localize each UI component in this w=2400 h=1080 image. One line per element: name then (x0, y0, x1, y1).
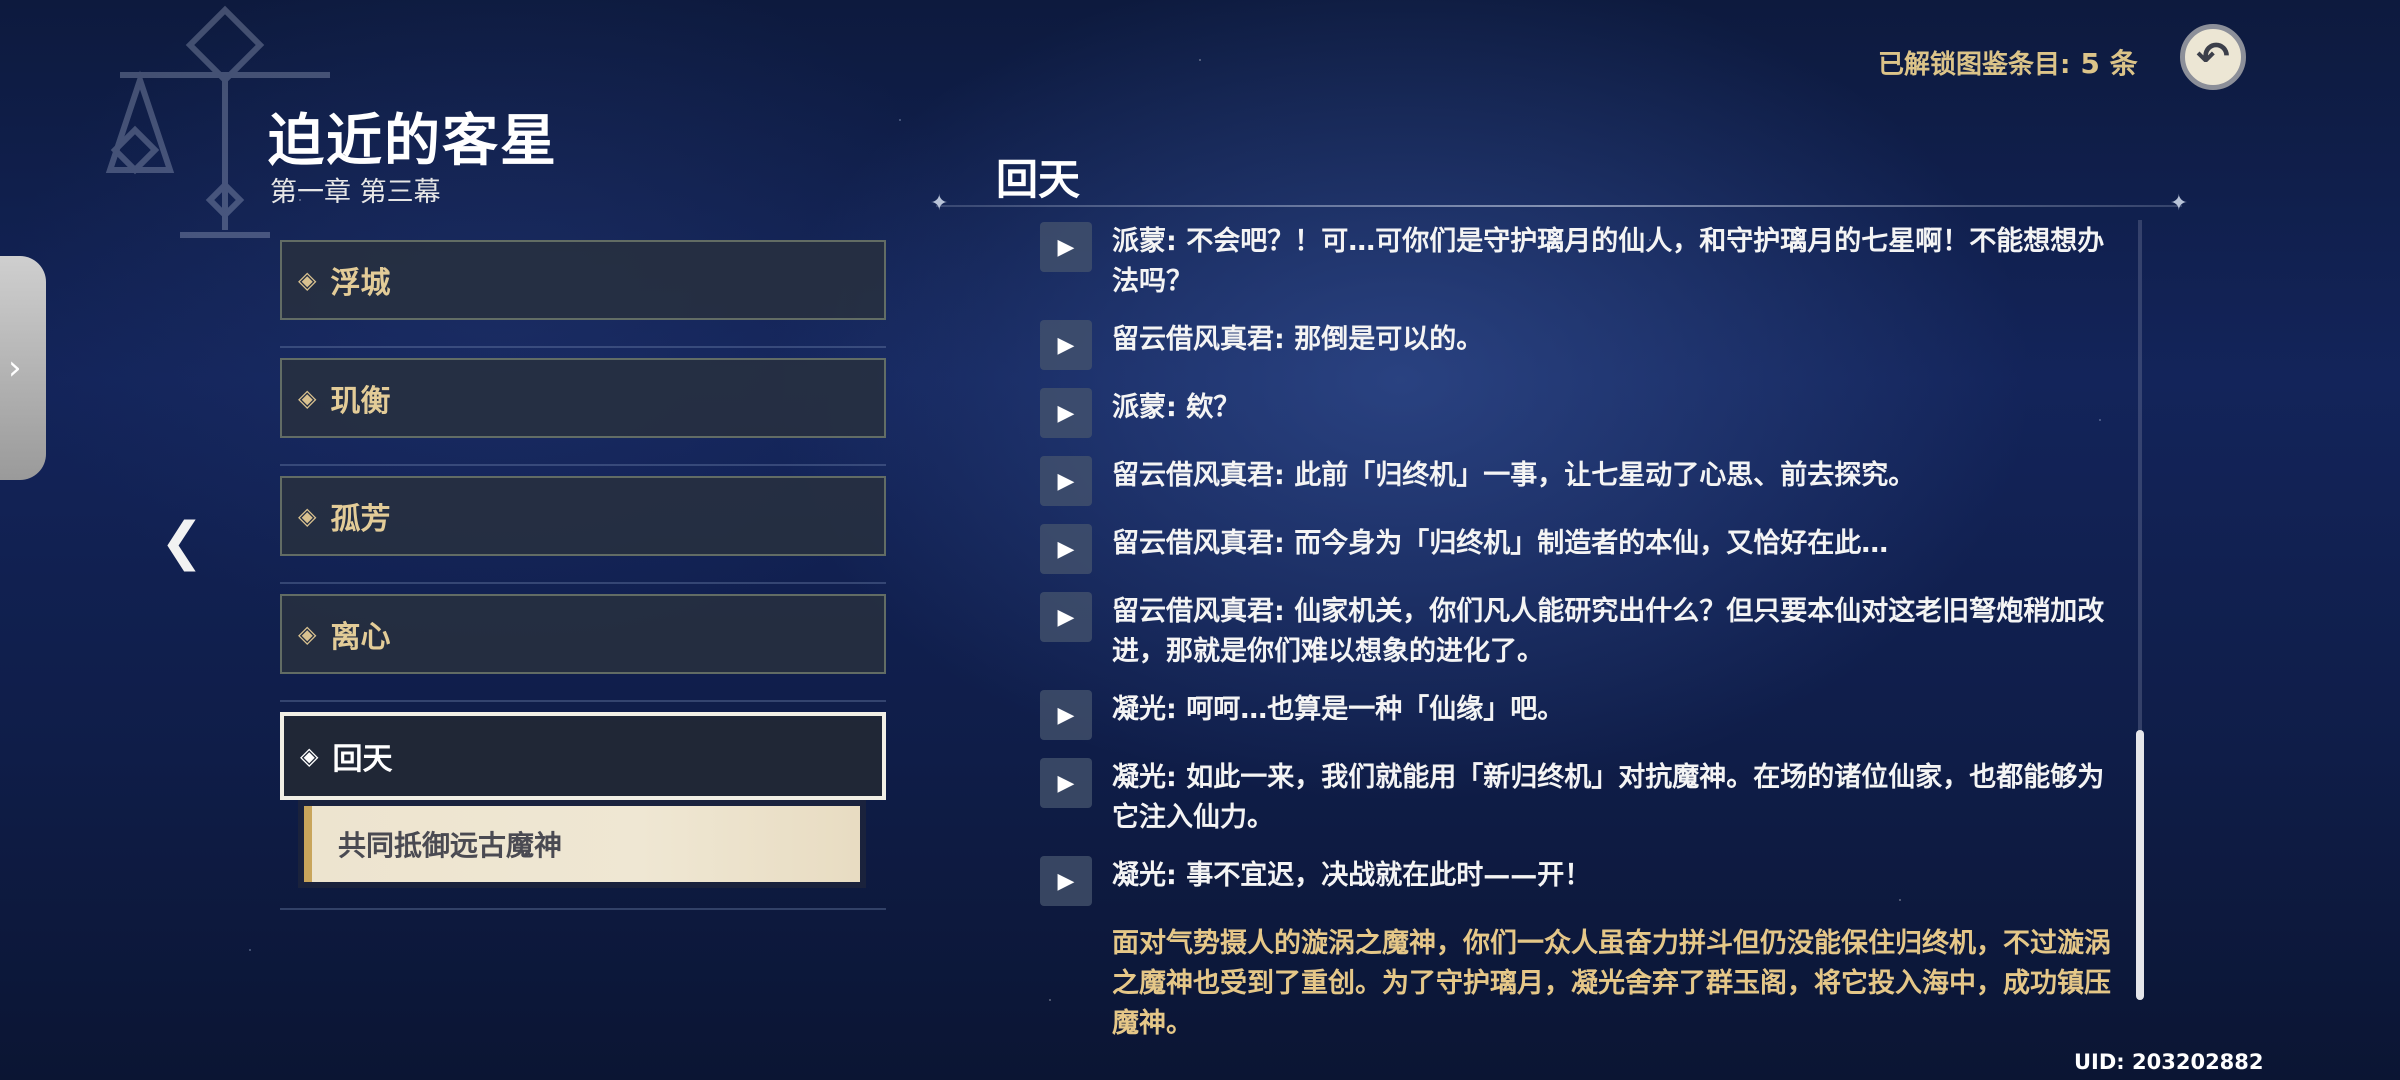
play-voice-button[interactable]: ▶ (1040, 758, 1092, 808)
chevron-right-icon: › (8, 348, 22, 388)
divider (280, 582, 886, 584)
diamond-icon: ◈ (298, 266, 317, 294)
chapter-item-2[interactable]: ◈ 玑衡 (280, 358, 886, 438)
side-drawer-tab[interactable]: › (0, 256, 46, 480)
play-voice-button[interactable]: ▶ (1040, 690, 1092, 740)
chapter-item-3[interactable]: ◈ 孤芳 (280, 476, 886, 556)
dialogue-line: ▶ 凝光: 呵呵…也算是一种「仙缘」吧。 (1040, 690, 2130, 740)
play-voice-button[interactable]: ▶ (1040, 524, 1092, 574)
section-title: 回天 (996, 155, 1081, 204)
play-icon: ▶ (1057, 604, 1075, 630)
dialogue-text: 派蒙: 不会吧？！可…可你们是守护璃月的仙人，和守护璃月的七星啊！不能想想办法吗… (1112, 226, 2105, 297)
dialogue-line: ▶ 留云借风真君: 那倒是可以的。 (1040, 320, 2130, 370)
chapter-label: 回天 (332, 742, 393, 777)
dialogue-text: 凝光: 呵呵…也算是一种「仙缘」吧。 (1112, 694, 1565, 725)
play-icon: ▶ (1057, 536, 1075, 562)
play-icon: ▶ (1057, 234, 1075, 260)
section-divider (930, 191, 2188, 216)
dialogue-line: ▶ 凝光: 事不宜迟，决战就在此时——开！ (1040, 856, 2130, 906)
chapter-label: 孤芳 (330, 502, 391, 537)
play-voice-button[interactable]: ▶ (1040, 592, 1092, 642)
chapter-item-5-selected[interactable]: ◈ 回天 (280, 712, 886, 800)
play-icon: ▶ (1057, 868, 1075, 894)
uid-label: UID: 203202882 (2074, 1050, 2264, 1074)
diamond-icon: ◈ (298, 620, 317, 648)
dialogue-line: ▶ 留云借风真君: 仙家机关，你们凡人能研究出什么？但只要本仙对这老旧弩炮稍加改… (1040, 592, 2130, 672)
chapter-label: 浮城 (330, 266, 391, 301)
divider (280, 464, 886, 466)
dialogue-text: 留云借风真君: 那倒是可以的。 (1112, 324, 1484, 355)
play-icon: ▶ (1057, 332, 1075, 358)
dialogue-text: 留云借风真君: 而今身为「归终机」制造者的本仙，又恰好在此… (1112, 528, 1889, 559)
dialogue-text: 凝光: 如此一来，我们就能用「新归终机」对抗魔神。在场的诸位仙家，也都能够为它注… (1112, 762, 2105, 833)
divider (280, 700, 886, 702)
dialogue-line: ▶ 凝光: 如此一来，我们就能用「新归终机」对抗魔神。在场的诸位仙家，也都能够为… (1040, 758, 2130, 838)
scrollbar-thumb[interactable] (2136, 730, 2144, 1000)
sub-quest-label: 共同抵御远古魔神 (338, 829, 563, 862)
play-voice-button[interactable]: ▶ (1040, 320, 1092, 370)
dialogue-text: 凝光: 事不宜迟，决战就在此时——开！ (1112, 860, 1592, 891)
play-icon: ▶ (1057, 702, 1075, 728)
sub-quest-item[interactable]: 共同抵御远古魔神 (304, 806, 860, 882)
dialogue-text: 留云借风真君: 仙家机关，你们凡人能研究出什么？但只要本仙对这老旧弩炮稍加改进，… (1112, 596, 2105, 667)
quest-title: 迫近的客星 (268, 109, 558, 174)
divider (280, 346, 886, 348)
play-voice-button[interactable]: ▶ (1040, 222, 1092, 272)
return-arrow-icon: ↶ (2196, 34, 2230, 80)
dialogue-list: ▶ 派蒙: 不会吧？！可…可你们是守护璃月的仙人，和守护璃月的七星啊！不能想想办… (1040, 222, 2130, 1044)
dialogue-line: ▶ 留云借风真君: 而今身为「归终机」制造者的本仙，又恰好在此… (1040, 524, 2130, 574)
chapter-list: ◈ 浮城 ◈ 玑衡 ◈ 孤芳 ◈ 离心 ◈ 回天 共同抵御远古魔神 (280, 240, 886, 910)
chapter-label: 离心 (330, 620, 391, 655)
diamond-icon: ◈ (298, 502, 317, 530)
dialogue-line: ▶ 派蒙: 欸？ (1040, 388, 2130, 438)
chapter-item-1[interactable]: ◈ 浮城 (280, 240, 886, 320)
chapter-label: 玑衡 (330, 384, 391, 419)
narration-text: 面对气势摄人的漩涡之魔神，你们一众人虽奋力拼斗但仍没能保住归终机，不过漩涡之魔神… (1112, 928, 2111, 1039)
unlock-count: 5 条 (2080, 47, 2138, 80)
dialogue-line: ▶ 派蒙: 不会吧？！可…可你们是守护璃月的仙人，和守护璃月的七星啊！不能想想办… (1040, 222, 2130, 302)
return-button[interactable]: ↶ (2180, 24, 2246, 90)
dialogue-line: ▶ 留云借风真君: 此前「归终机」一事，让七星动了心思、前去探究。 (1040, 456, 2130, 506)
play-voice-button[interactable]: ▶ (1040, 856, 1092, 906)
play-icon: ▶ (1057, 468, 1075, 494)
unlock-label: 已解锁图鉴条目: (1878, 50, 2071, 80)
diamond-icon: ◈ (300, 742, 319, 770)
divider (280, 908, 886, 910)
diamond-icon: ◈ (298, 384, 317, 412)
previous-page-arrow-icon[interactable]: ❮ (160, 512, 204, 572)
play-voice-button[interactable]: ▶ (1040, 456, 1092, 506)
play-icon: ▶ (1057, 400, 1075, 426)
dialogue-text: 留云借风真君: 此前「归终机」一事，让七星动了心思、前去探究。 (1112, 460, 1916, 491)
chapter-item-4[interactable]: ◈ 离心 (280, 594, 886, 674)
play-voice-button[interactable]: ▶ (1040, 388, 1092, 438)
play-icon: ▶ (1057, 770, 1075, 796)
dialogue-text: 派蒙: 欸？ (1112, 392, 1241, 423)
unlock-counter: 已解锁图鉴条目: 5 条 (1878, 42, 2138, 82)
quest-subtitle: 第一章 第三幕 (270, 177, 441, 208)
